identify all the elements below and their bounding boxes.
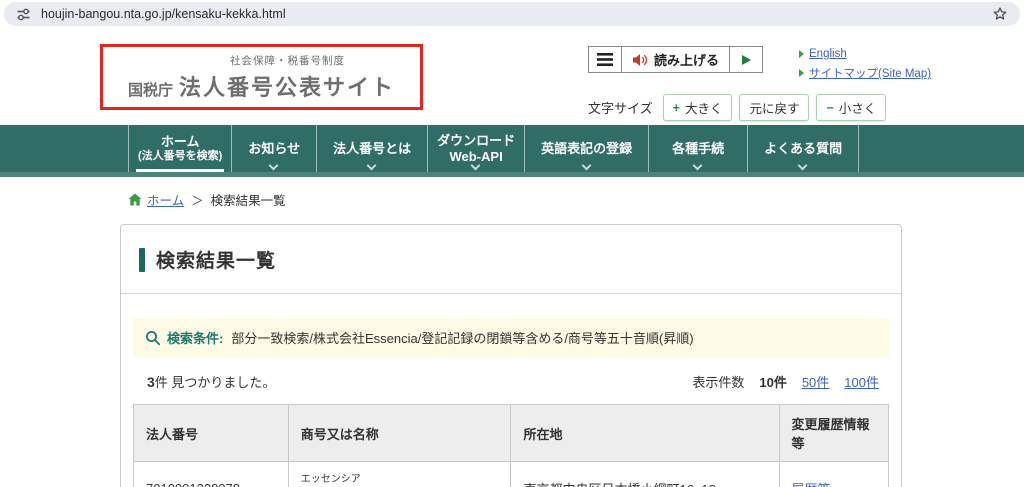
header-corporate-number: 法人番号 (133, 404, 289, 462)
font-size-larger-button[interactable]: + 大きく (662, 94, 733, 121)
logo-agency: 国税庁 (127, 81, 173, 99)
nav-item-faq[interactable]: よくある質問 (747, 125, 860, 172)
browser-chrome: houjin-bangou.nta.go.jp/kensaku-kekka.ht… (0, 0, 1024, 28)
minus-icon: − (826, 100, 834, 115)
chevron-down-icon (268, 160, 279, 171)
table-header-row: 法人番号 商号又は名称 所在地 変更履歴情報等 (133, 404, 889, 462)
link-arrow-icon (799, 69, 805, 77)
display-count-label: 表示件数 (692, 375, 745, 390)
nav-item-download[interactable]: ダウンロード Web-API (427, 125, 524, 172)
hamburger-icon (597, 53, 613, 66)
reader-menu-button[interactable] (589, 47, 621, 72)
display-count-50-link[interactable]: 50件 (802, 372, 829, 391)
plus-icon: + (672, 100, 680, 115)
table-row: 7010001238078 エッセンシア 株式会社Essencia 東京都中央区… (133, 461, 889, 487)
cell-name: エッセンシア 株式会社Essencia (287, 461, 512, 487)
chevron-down-icon (581, 160, 592, 171)
url-text[interactable]: houjin-bangou.nta.go.jp/kensaku-kekka.ht… (41, 7, 286, 21)
header-address: 所在地 (510, 404, 780, 462)
chevron-down-icon (797, 160, 808, 171)
font-size-smaller-button[interactable]: − 小さく (816, 94, 887, 121)
bookmark-star-icon[interactable] (992, 6, 1008, 22)
play-button[interactable] (730, 47, 763, 72)
logo-subtitle: 社会保障・税番号制度 (230, 54, 345, 67)
link-arrow-icon (799, 50, 805, 58)
name-furigana: エッセンシア (300, 474, 361, 485)
page-title: 検索結果一覧 (156, 251, 277, 272)
address-bar[interactable]: houjin-bangou.nta.go.jp/kensaku-kekka.ht… (4, 2, 1020, 26)
display-count-100-link[interactable]: 100件 (844, 372, 879, 391)
history-link[interactable]: 履歴等 (792, 482, 831, 487)
search-icon (146, 330, 161, 345)
nav-item-about[interactable]: 法人番号とは (316, 125, 427, 172)
nav-item-news[interactable]: お知らせ (231, 125, 316, 172)
nav-item-english-registration[interactable]: 英語表記の登録 (524, 125, 648, 172)
nav-item-home[interactable]: ホーム (法人番号を検索) (128, 125, 231, 172)
read-aloud-toolbar: 読み上げる (588, 46, 764, 73)
sitemap-link[interactable]: サイトマップ(Site Map) (799, 65, 931, 81)
page-title-block: 検索結果一覧 (121, 225, 901, 294)
site-logo[interactable]: 社会保障・税番号制度 国税庁 法人番号公表サイト (103, 47, 420, 107)
breadcrumb-current: 検索結果一覧 (210, 194, 286, 208)
english-link[interactable]: English (799, 48, 931, 60)
speaker-icon (633, 53, 648, 66)
chevron-down-icon (692, 160, 703, 171)
font-size-label: 文字サイズ (588, 101, 653, 116)
display-count-current: 10件 (759, 375, 787, 390)
breadcrumb-separator: ＞ (191, 194, 204, 208)
main-navigation: ホーム (法人番号を検索) お知らせ 法人番号とは ダウンロード Web-API… (0, 125, 1024, 177)
site-header: 社会保障・税番号制度 国税庁 法人番号公表サイト 読み上げる English サ… (0, 38, 1024, 125)
breadcrumb-home-link[interactable]: ホーム (147, 190, 184, 209)
read-aloud-button[interactable]: 読み上げる (621, 47, 731, 72)
font-size-reset-button[interactable]: 元に戻す (739, 94, 810, 121)
cell-corporate-number: 7010001238078 (133, 461, 289, 487)
header-change-history: 変更履歴情報等 (778, 404, 889, 462)
breadcrumb: ホーム ＞ 検索結果一覧 (128, 190, 1024, 209)
result-count: 3件 見つかりました。 (147, 374, 276, 390)
results-table: 法人番号 商号又は名称 所在地 変更履歴情報等 7010001238078 エッ… (133, 404, 889, 487)
header-name: 商号又は名称 (287, 404, 512, 462)
cell-address: 東京都中央区日本橋小網町16−18 (510, 461, 780, 487)
search-conditions-label: 検索条件: (167, 331, 224, 346)
home-icon (128, 193, 142, 206)
read-aloud-label: 読み上げる (654, 53, 720, 68)
cell-history: 履歴等 (778, 461, 889, 487)
play-icon (741, 54, 751, 65)
logo-title: 法人番号公表サイト (179, 74, 396, 100)
title-accent-bar (139, 247, 145, 272)
search-results-card: 検索結果一覧 検索条件: 部分一致検索/株式会社Essencia/登記記録の閉鎖… (120, 224, 902, 487)
chevron-down-icon (366, 160, 377, 171)
nav-item-procedures[interactable]: 各種手続 (648, 125, 747, 172)
search-conditions-value: 部分一致検索/株式会社Essencia/登記記録の閉鎖等含める/商号等五十音順(… (231, 331, 694, 346)
site-info-icon[interactable] (16, 7, 31, 22)
search-conditions-box: 検索条件: 部分一致検索/株式会社Essencia/登記記録の閉鎖等含める/商号… (133, 318, 889, 357)
